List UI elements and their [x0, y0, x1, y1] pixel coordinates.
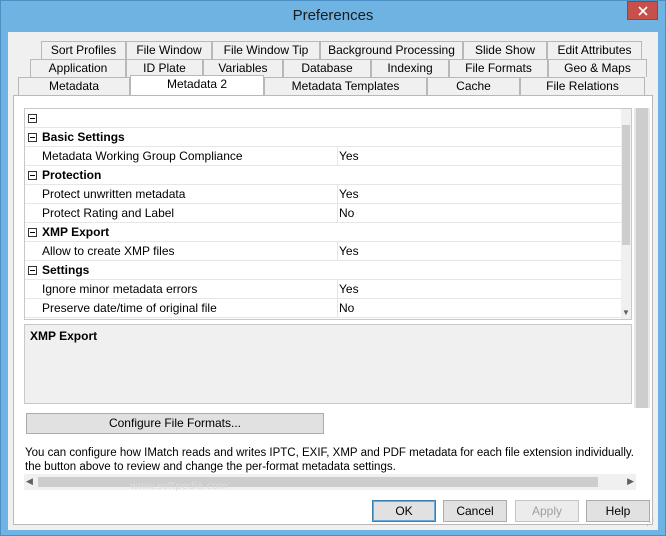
- property-name: Protect Rating and Label: [42, 205, 175, 220]
- tab-metadata[interactable]: Metadata: [18, 77, 130, 95]
- title-bar: Preferences: [1, 1, 665, 32]
- category-label: [42, 109, 332, 128]
- tab-geo-maps[interactable]: Geo & Maps: [548, 59, 647, 77]
- cancel-button[interactable]: Cancel: [443, 500, 507, 522]
- property-description-box: XMP Export: [24, 324, 632, 404]
- property-value: [337, 128, 631, 147]
- scroll-down-arrow-icon[interactable]: ▼: [622, 309, 630, 317]
- panel-scroll-thumb[interactable]: [636, 108, 648, 408]
- panel-horizontal-scrollbar[interactable]: ◀ ▶: [24, 474, 636, 490]
- property-grid[interactable]: Basic Settings Metadata Working Group Com…: [24, 108, 632, 320]
- grid-property-row[interactable]: Metadata Working Group Compliance Yes: [25, 146, 631, 166]
- property-name: Protect unwritten metadata: [42, 186, 186, 201]
- grid-property-row[interactable]: Protect Rating and Label No: [25, 203, 631, 223]
- dialog-client-area: Sort Profiles File Window File Window Ti…: [8, 32, 658, 530]
- property-value[interactable]: Yes: [337, 184, 631, 204]
- help-button[interactable]: Help: [586, 500, 650, 522]
- tab-row-3: Metadata Metadata 2 Metadata Templates C…: [8, 75, 658, 95]
- tab-file-formats[interactable]: File Formats: [449, 59, 548, 77]
- property-name: Ignore minor metadata errors: [42, 281, 198, 296]
- tab-row-2: Application ID Plate Variables Database …: [8, 59, 658, 77]
- category-label: Settings: [42, 262, 90, 277]
- tab-database[interactable]: Database: [283, 59, 371, 77]
- property-name: Metadata Working Group Compliance: [42, 148, 243, 163]
- horizontal-scroll-thumb[interactable]: [38, 477, 598, 487]
- property-name: Preserve date/time of original file: [42, 300, 217, 315]
- preferences-window: Preferences Sort Profiles File Window Fi…: [0, 0, 666, 536]
- collapse-toggle-icon[interactable]: [28, 133, 37, 142]
- property-value: [337, 261, 631, 280]
- property-value: [337, 223, 631, 242]
- grid-property-row[interactable]: Preserve date/time of original file No: [25, 298, 631, 318]
- watermark: www.softpedia.com: [130, 481, 228, 492]
- grid-scroll-thumb[interactable]: [622, 125, 630, 245]
- grid-property-row[interactable]: Ignore minor metadata errors Yes: [25, 279, 631, 299]
- category-label: Protection: [42, 167, 102, 182]
- grid-category-row[interactable]: Protection: [25, 166, 631, 185]
- tab-cache[interactable]: Cache: [427, 77, 520, 95]
- property-value[interactable]: Yes: [337, 279, 631, 299]
- collapse-toggle-icon[interactable]: [28, 228, 37, 237]
- grid-category-row[interactable]: Basic Settings: [25, 128, 631, 147]
- category-label: XMP Export: [42, 224, 110, 239]
- grid-category-row[interactable]: XMP Export: [25, 223, 631, 242]
- close-button[interactable]: [627, 1, 658, 20]
- category-label: Basic Settings: [42, 129, 125, 144]
- grid-category-row[interactable]: [25, 109, 631, 128]
- grid-vertical-scrollbar[interactable]: ▼: [621, 109, 631, 319]
- collapse-toggle-icon[interactable]: [28, 266, 37, 275]
- property-name: Allow to create XMP files: [42, 243, 175, 258]
- property-value: [337, 166, 631, 185]
- scroll-right-arrow-icon[interactable]: ▶: [627, 476, 634, 487]
- property-value[interactable]: Yes: [337, 241, 631, 261]
- info-line-1: You can configure how IMatch reads and w…: [25, 447, 637, 459]
- tab-metadata-templates[interactable]: Metadata Templates: [264, 77, 427, 95]
- tab-row-1: Sort Profiles File Window File Window Ti…: [8, 41, 658, 59]
- description-title: XMP Export: [30, 329, 98, 343]
- scroll-left-arrow-icon[interactable]: ◀: [26, 476, 33, 487]
- tab-edit-attributes[interactable]: Edit Attributes: [547, 41, 642, 59]
- info-line-2: the button above to review and change th…: [25, 461, 396, 473]
- grid-property-row[interactable]: Allow to create XMP files Yes: [25, 241, 631, 261]
- collapse-toggle-icon[interactable]: [28, 171, 37, 180]
- grid-category-row[interactable]: Settings: [25, 261, 631, 280]
- tab-metadata-2[interactable]: Metadata 2: [130, 75, 264, 95]
- resize-grip-icon[interactable]: ⋰: [646, 518, 656, 528]
- tab-application[interactable]: Application: [30, 59, 126, 77]
- property-value[interactable]: No: [337, 298, 631, 318]
- metadata-2-panel: Basic Settings Metadata Working Group Com…: [13, 95, 653, 525]
- tab-sort-profiles[interactable]: Sort Profiles: [41, 41, 126, 59]
- property-value[interactable]: Yes: [337, 146, 631, 166]
- configure-file-formats-button[interactable]: Configure File Formats...: [26, 413, 324, 434]
- window-title: Preferences: [292, 7, 374, 24]
- close-icon: [637, 5, 648, 16]
- panel-vertical-scrollbar[interactable]: [634, 108, 650, 408]
- info-text: You can configure how IMatch reads and w…: [25, 446, 637, 474]
- tab-background-processing[interactable]: Background Processing: [320, 41, 463, 59]
- grid-property-row[interactable]: Protect unwritten metadata Yes: [25, 184, 631, 204]
- tab-slide-show[interactable]: Slide Show: [463, 41, 547, 59]
- tab-indexing[interactable]: Indexing: [371, 59, 449, 77]
- ok-button[interactable]: OK: [372, 500, 436, 522]
- collapse-toggle-icon[interactable]: [28, 114, 37, 123]
- tab-file-relations[interactable]: File Relations: [520, 77, 645, 95]
- tab-file-window-tip[interactable]: File Window Tip: [212, 41, 320, 59]
- tab-file-window[interactable]: File Window: [126, 41, 212, 59]
- apply-button[interactable]: Apply: [515, 500, 579, 522]
- property-value[interactable]: No: [337, 203, 631, 223]
